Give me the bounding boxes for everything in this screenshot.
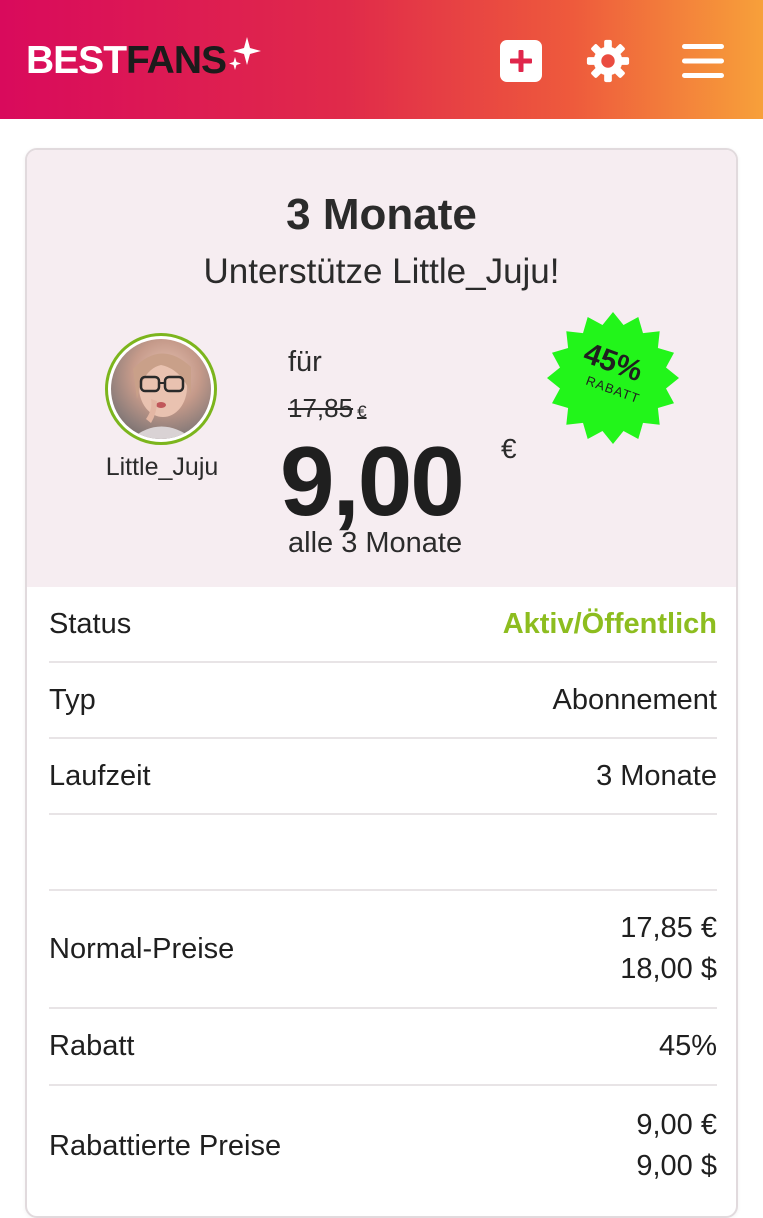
offer-hero: 3 Monate Unterstütze Little_Juju! Little… [27, 150, 736, 587]
subscription-offer-card: 3 Monate Unterstütze Little_Juju! Little… [25, 148, 738, 1218]
original-price-value: 17,85 [288, 393, 354, 423]
duration-value: 3 Monate [596, 759, 717, 792]
creator-name[interactable]: Little_Juju [77, 453, 247, 482]
menu-button[interactable] [680, 38, 726, 84]
add-icon [500, 40, 542, 82]
discounted-price-eur: 9,00 € [636, 1109, 717, 1141]
detail-row-normal-prices: Normal-Preise 17,85 € 18,00 $ [49, 891, 717, 1009]
offer-subtitle: Unterstütze Little_Juju! [203, 252, 560, 291]
bestfans-logo[interactable]: BEST FANS [26, 37, 263, 82]
duration-label: Laufzeit [49, 759, 151, 792]
billing-period: alle 3 Monate [288, 527, 463, 559]
add-button[interactable] [498, 38, 544, 84]
discount-row-label: Rabatt [49, 1030, 135, 1062]
type-label: Typ [49, 683, 96, 716]
normal-prices-label: Normal-Preise [49, 932, 235, 965]
settings-button[interactable] [585, 38, 631, 84]
for-label: für [288, 346, 322, 378]
normal-prices-value: 17,85 € 18,00 $ [620, 908, 717, 990]
hamburger-menu-icon [682, 44, 724, 78]
normal-price-eur: 17,85 € [620, 912, 717, 944]
discounted-prices-label: Rabattierte Preise [49, 1129, 282, 1162]
detail-row-type: Typ Abonnement [49, 663, 717, 739]
original-price-currency: € [357, 402, 367, 421]
original-price: 17,85 € [288, 393, 367, 424]
normal-price-usd: 18,00 $ [620, 953, 717, 985]
detail-row-duration: Laufzeit 3 Monate [49, 739, 717, 815]
discounted-price: 9,00 [280, 426, 465, 536]
detail-row-status: Status Aktiv/Öffentlich [49, 587, 717, 663]
status-value: Aktiv/Öffentlich [502, 607, 717, 640]
discount-badge: 45% RABATT [545, 310, 681, 446]
avatar-photo [111, 339, 211, 439]
app-header: BEST FANS [0, 0, 763, 119]
discounted-price-usd: 9,00 $ [636, 1150, 717, 1182]
detail-row-discount: Rabatt 45% [49, 1009, 717, 1086]
logo-fans-text: FANS [126, 39, 227, 82]
detail-row-discounted-prices: Rabattierte Preise 9,00 € 9,00 $ [49, 1086, 717, 1206]
offer-title: 3 Monate [286, 190, 477, 239]
status-label: Status [49, 607, 132, 640]
type-value: Abonnement [552, 683, 717, 716]
detail-row-empty [49, 815, 717, 891]
details-list: Status Aktiv/Öffentlich Typ Abonnement L… [49, 587, 717, 1206]
sparkle-icon [229, 37, 262, 70]
gear-icon [586, 39, 630, 83]
logo-best-text: BEST [26, 39, 127, 82]
discounted-price-currency: € [501, 433, 517, 464]
discount-row-value: 45% [658, 1030, 717, 1062]
discounted-prices-value: 9,00 € 9,00 $ [636, 1105, 717, 1187]
creator-avatar[interactable] [105, 333, 217, 445]
